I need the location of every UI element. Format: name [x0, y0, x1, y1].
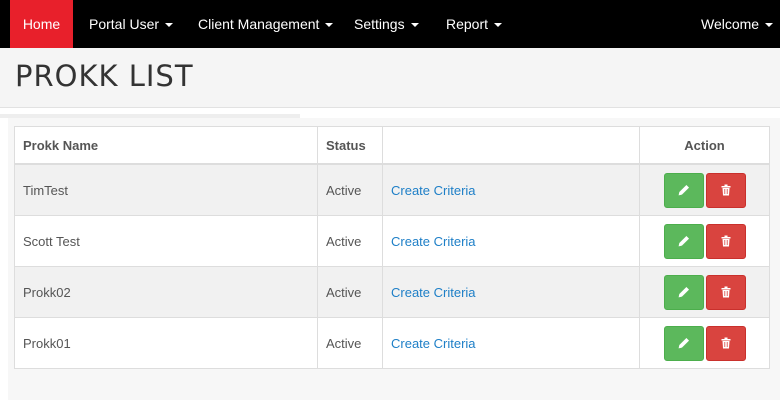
table-row: Scott Test Active Create Criteria — [14, 215, 770, 267]
nav-report-label: Report — [446, 16, 489, 32]
top-navbar: Home Portal User Client Management Setti… — [0, 0, 780, 48]
table-row: TimTest Active Create Criteria — [14, 163, 770, 216]
pencil-icon — [678, 184, 689, 195]
nav-portal-user[interactable]: Portal User — [89, 0, 174, 48]
edit-button[interactable] — [663, 223, 704, 259]
caret-down-icon — [765, 23, 774, 28]
table-header-row: Prokk Name Status Action — [14, 126, 770, 165]
prokk-name-cell: Scott Test — [14, 215, 318, 267]
pencil-icon — [678, 286, 689, 297]
nav-client-management[interactable]: Client Management — [198, 0, 334, 48]
trash-icon — [721, 337, 730, 348]
page-header: PROKK LIST — [0, 48, 780, 108]
nav-settings[interactable]: Settings — [354, 0, 419, 48]
status-cell: Active — [317, 163, 383, 216]
create-criteria-cell: Create Criteria — [382, 317, 640, 369]
nav-client-management-label: Client Management — [198, 16, 320, 32]
create-criteria-link[interactable]: Create Criteria — [391, 234, 476, 249]
status-cell: Active — [317, 215, 383, 267]
status-cell: Active — [317, 266, 383, 318]
page-title: PROKK LIST — [15, 59, 194, 93]
delete-button[interactable] — [705, 274, 746, 310]
create-criteria-cell: Create Criteria — [382, 163, 640, 216]
nav-home-label: Home — [22, 16, 61, 32]
create-criteria-link[interactable]: Create Criteria — [391, 285, 476, 300]
trash-icon — [721, 184, 730, 195]
create-criteria-cell: Create Criteria — [382, 215, 640, 267]
delete-button[interactable] — [705, 223, 746, 259]
caret-down-icon — [494, 23, 503, 28]
create-criteria-link[interactable]: Create Criteria — [391, 183, 476, 198]
action-cell — [639, 215, 770, 267]
edit-button[interactable] — [663, 172, 704, 208]
delete-button[interactable] — [705, 172, 746, 208]
action-cell — [639, 266, 770, 318]
create-criteria-cell: Create Criteria — [382, 266, 640, 318]
nav-settings-label: Settings — [354, 16, 405, 32]
table-row: Prokk02 Active Create Criteria — [14, 266, 770, 318]
trash-icon — [721, 235, 730, 246]
action-cell — [639, 163, 770, 216]
nav-welcome[interactable]: Welcome — [701, 0, 774, 48]
table-row: Prokk01 Active Create Criteria — [14, 317, 770, 369]
delete-button[interactable] — [705, 325, 746, 361]
column-header-status: Status — [317, 126, 383, 165]
nav-report[interactable]: Report — [446, 0, 503, 48]
edit-button[interactable] — [663, 325, 704, 361]
prokk-table: Prokk Name Status Action TimTest Active … — [14, 126, 770, 369]
nav-welcome-label: Welcome — [701, 16, 760, 32]
edit-button[interactable] — [663, 274, 704, 310]
trash-icon — [721, 286, 730, 297]
prokk-name-cell: Prokk02 — [14, 266, 318, 318]
nav-home[interactable]: Home — [10, 0, 73, 48]
action-cell — [639, 317, 770, 369]
create-criteria-link[interactable]: Create Criteria — [391, 336, 476, 351]
pencil-icon — [678, 235, 689, 246]
caret-down-icon — [410, 23, 419, 28]
caret-down-icon — [325, 23, 334, 28]
column-header-prokk-name: Prokk Name — [14, 126, 318, 165]
prokk-name-cell: Prokk01 — [14, 317, 318, 369]
column-header-action: Action — [639, 126, 770, 165]
nav-portal-user-label: Portal User — [89, 16, 160, 32]
pencil-icon — [678, 337, 689, 348]
status-cell: Active — [317, 317, 383, 369]
caret-down-icon — [165, 23, 174, 28]
prokk-name-cell: TimTest — [14, 163, 318, 216]
column-header-link — [382, 126, 640, 165]
